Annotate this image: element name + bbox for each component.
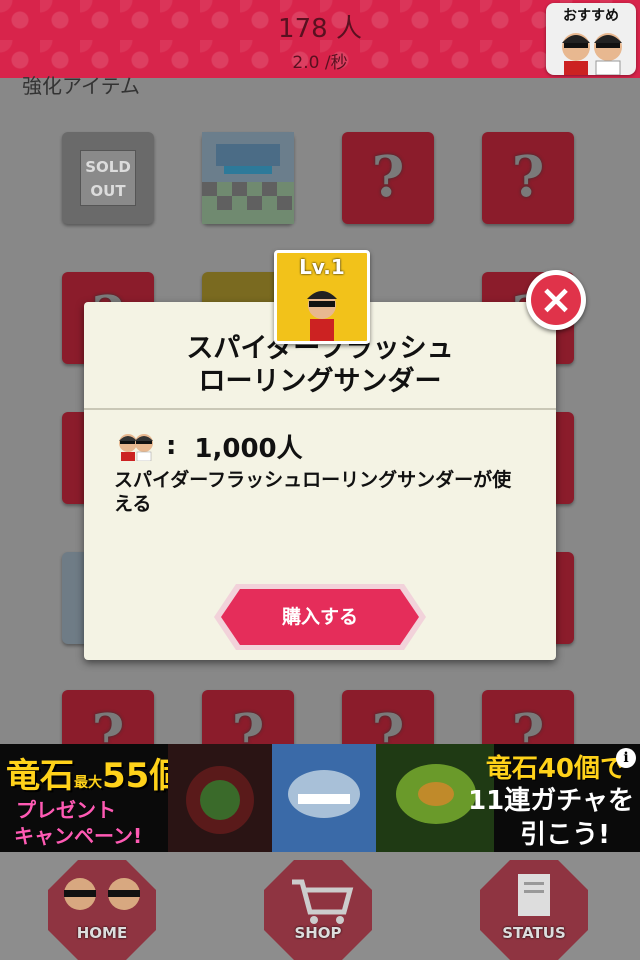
- close-button[interactable]: ×: [526, 270, 586, 330]
- people-count: 178 人: [278, 14, 362, 44]
- cost-row: : 1,000人: [116, 428, 303, 464]
- character-icon: [307, 291, 337, 341]
- dialog-divider: [84, 408, 556, 410]
- cart-icon: [264, 860, 372, 960]
- close-icon: ×: [531, 275, 581, 325]
- ad-info-icon[interactable]: i: [616, 748, 636, 768]
- question-mark-icon: ?: [371, 144, 405, 210]
- nav-status-label: STATUS: [502, 924, 566, 942]
- ad-right-line3: 引こう!: [520, 820, 610, 850]
- level-badge: Lv.1: [274, 250, 370, 344]
- ad-monster-image-1: [168, 744, 274, 852]
- nav-shop-button[interactable]: SHOP: [264, 860, 372, 960]
- people-icon: [119, 434, 153, 461]
- close-x-glyph: ×: [539, 277, 573, 323]
- buy-button-label: 購入する: [281, 606, 358, 628]
- header-bar: 178 人 2.0 /秒 おすすめ: [0, 0, 640, 78]
- ad-left-text: 竜石最大55個 プレゼント キャンペーン!: [0, 744, 183, 852]
- home-icon: [48, 860, 156, 960]
- ad-headline: 竜石最大55個: [6, 748, 183, 797]
- sold-out-label: SOLD OUT: [80, 150, 136, 206]
- recommend-button[interactable]: おすすめ: [546, 3, 636, 75]
- section-title: 強化アイテム: [22, 74, 140, 98]
- ad-line3: キャンペーン!: [14, 824, 143, 848]
- ad-headline-small: 最大: [74, 775, 102, 791]
- ad-headline-a: 竜石: [6, 756, 74, 796]
- item-detail-dialog: スパイダーフラッシュ ローリングサンダー : 1,000人 スパイダーフラッシュ…: [84, 302, 556, 660]
- cost-colon: :: [166, 431, 177, 461]
- ad-monster-image-2: [272, 744, 376, 852]
- document-icon: [480, 860, 588, 960]
- ad-right-line2: 11連ガチャを: [468, 786, 634, 816]
- nav-shop-label: SHOP: [294, 924, 342, 942]
- item-tile-locked[interactable]: ?: [342, 132, 434, 224]
- cost-value: 1,000人: [194, 433, 303, 464]
- nav-status-button[interactable]: STATUS: [480, 860, 588, 960]
- nav-home-label: HOME: [76, 924, 128, 942]
- item-tile-locked[interactable]: ?: [482, 132, 574, 224]
- ad-banner[interactable]: 竜石最大55個 プレゼント キャンペーン! 竜石40個で 11連ガチャを 引こう…: [0, 744, 640, 852]
- buy-button[interactable]: 購入する: [214, 584, 426, 650]
- item-tile-stage[interactable]: [202, 132, 294, 224]
- bottom-nav: HOME SHOP STATUS: [0, 852, 640, 960]
- question-mark-icon: ?: [511, 144, 545, 210]
- ad-line2: プレゼント: [16, 798, 116, 822]
- stage-image-icon: [202, 132, 294, 224]
- dialog-title-line2: ローリングサンダー: [198, 366, 442, 397]
- item-tile-sold-out[interactable]: SOLD OUT: [62, 132, 154, 224]
- item-description: スパイダーフラッシュローリングサンダーが使える: [114, 469, 512, 515]
- duo-avatar-icon: [562, 33, 622, 75]
- nav-home-button[interactable]: HOME: [48, 860, 156, 960]
